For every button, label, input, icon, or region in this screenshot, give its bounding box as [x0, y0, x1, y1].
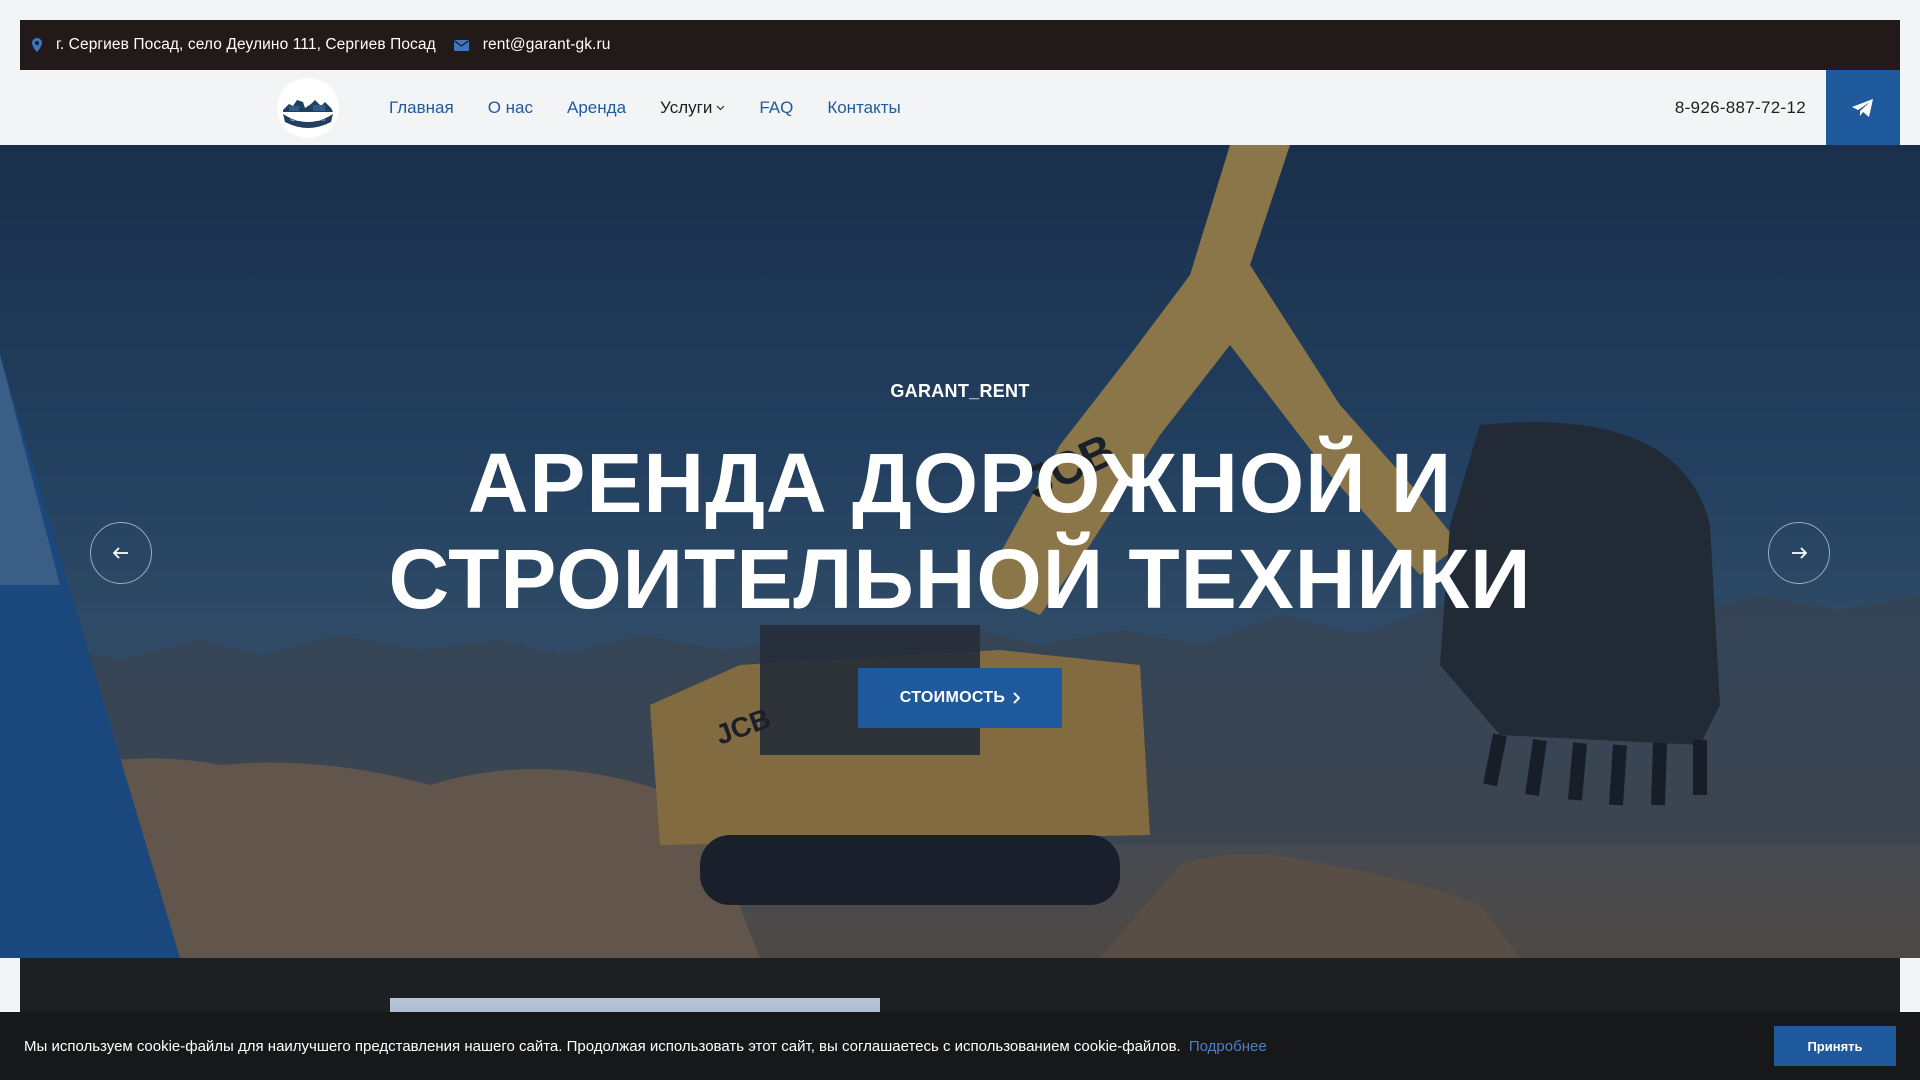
arrow-right-icon — [1792, 547, 1807, 559]
phone-number[interactable]: 8-926-887-72-12 — [1675, 70, 1806, 145]
hero-headline-line1: АРЕНДА ДОРОЖНОЙ И — [467, 436, 1453, 530]
hero-kicker: GARANT_RENT — [890, 381, 1030, 401]
arrow-left-icon — [113, 547, 128, 559]
nav-item-about[interactable]: О нас — [488, 98, 533, 118]
slider-next-button[interactable] — [1768, 522, 1830, 584]
logo-image — [278, 78, 338, 138]
telegram-button[interactable] — [1826, 70, 1900, 145]
price-button-label: СТОИМОСТЬ — [899, 689, 1006, 706]
hero-slider: JCB JCB GARANT_RENT АРЕНДА ДОРОЖНОЙ И СТ… — [0, 145, 1920, 958]
chevron-down-icon — [716, 105, 725, 110]
location-pin-icon — [32, 38, 42, 52]
nav-item-rent[interactable]: Аренда — [567, 98, 626, 118]
hero-headline-line2: СТРОИТЕЛЬНОЙ ТЕХНИКИ — [388, 532, 1532, 626]
cookie-banner: Мы используем cookie-файлы для наилучшег… — [0, 1012, 1920, 1080]
main-navigation: GARANT RENT Главная О нас Аренда Услуги … — [20, 70, 1900, 145]
telegram-icon — [1852, 98, 1873, 117]
logo[interactable]: GARANT RENT — [277, 78, 339, 138]
email-link[interactable]: rent@garant-gk.ru — [483, 36, 611, 54]
chevron-right-icon — [1013, 692, 1021, 704]
slider-prev-button[interactable] — [90, 522, 152, 584]
address-text: г. Сергиев Посад, село Деулино 111, Серг… — [56, 36, 436, 53]
mail-icon — [453, 39, 469, 51]
nav-item-home[interactable]: Главная — [389, 98, 454, 118]
nav-item-services-label: Услуги — [660, 97, 713, 117]
cookie-more-link[interactable]: Подробнее — [1189, 1038, 1267, 1055]
nav-item-services[interactable]: Услуги — [660, 98, 725, 118]
cookie-accept-button[interactable]: Принять — [1774, 1026, 1896, 1066]
price-button[interactable]: СТОИМОСТЬ — [858, 668, 1062, 728]
top-info-bar: г. Сергиев Посад, село Деулино 111, Серг… — [20, 20, 1900, 70]
nav-item-faq[interactable]: FAQ — [759, 98, 793, 118]
nav-item-contacts[interactable]: Контакты — [827, 98, 900, 118]
hero-headline: АРЕНДА ДОРОЖНОЙ И СТРОИТЕЛЬНОЙ ТЕХНИКИ — [0, 435, 1920, 627]
cookie-message: Мы используем cookie-файлы для наилучшег… — [24, 1038, 1267, 1055]
address-info: г. Сергиев Посад, село Деулино 111, Серг… — [32, 36, 436, 54]
nav-menu: Главная О нас Аренда Услуги FAQ Контакты — [389, 70, 935, 145]
cookie-message-text: Мы используем cookie-файлы для наилучшег… — [24, 1037, 1181, 1055]
logo-text: GARANT RENT — [290, 118, 326, 123]
email-info[interactable]: rent@garant-gk.ru — [453, 36, 611, 54]
